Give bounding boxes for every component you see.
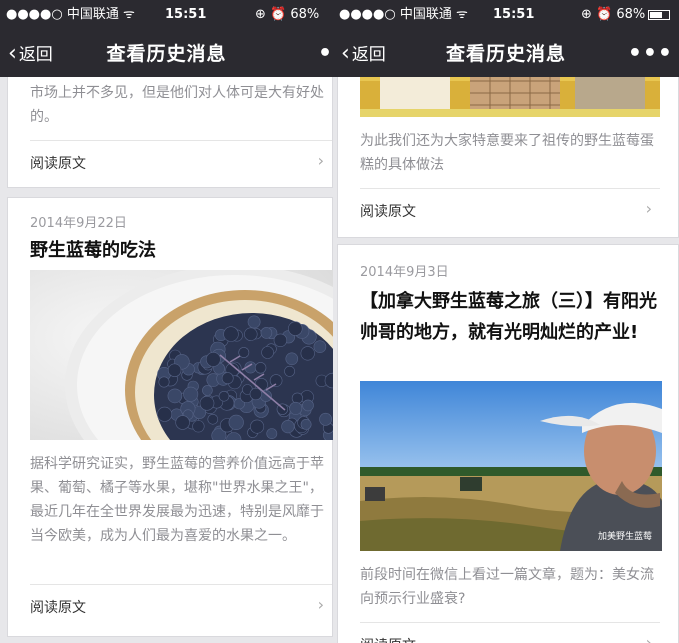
- right-screen: 为此我们还为大家特意要来了祖传的野生蓝莓蛋糕的具体做法 阅读原文 › 2014年…: [333, 0, 679, 643]
- battery-text: ⊕ ⏰ 68%: [255, 7, 320, 22]
- article-date: 2014年9月3日: [360, 265, 449, 280]
- read-original-label: 阅读原文: [30, 600, 86, 616]
- article-summary: 据科学研究证实，野生蓝莓的营养价值远高于苹果、葡萄、橘子等水果，堪称"世界水果之…: [30, 456, 324, 544]
- more-dots-icon[interactable]: •••: [628, 31, 673, 77]
- top-bar: ●●●●○ 中国联通 ᯤ 15:51 ⊕ ⏰ 68% ‹返回 查看历史消息 ••…: [333, 0, 679, 77]
- field-photo-illustration: 加美野生蓝莓: [360, 381, 662, 551]
- article-summary: 前段时间在微信上看过一篇文章，题为：美女流向预示行业盛衰?: [360, 567, 654, 607]
- battery-icon: [648, 9, 671, 20]
- read-original-label: 阅读原文: [30, 156, 86, 172]
- carrier-signal: ●●●●○ 中国联通 ᯤ: [6, 7, 135, 22]
- chevron-right-icon: ›: [317, 595, 324, 614]
- chevron-right-icon: ›: [645, 199, 652, 218]
- blueberry-tart-illustration: [30, 270, 333, 440]
- battery-text: ⊕ ⏰ 68%: [581, 7, 646, 22]
- chevron-right-icon: ›: [317, 151, 324, 170]
- article-card[interactable]: 为此我们还为大家特意要来了祖传的野生蓝莓蛋糕的具体做法 阅读原文 ›: [337, 60, 679, 238]
- left-screen: 市场上并不多见，但是他们对人体可是大有好处的。 阅读原文 › 2014年9月22…: [0, 0, 333, 643]
- read-original-link[interactable]: 阅读原文 ›: [360, 188, 660, 232]
- chevron-right-icon: ›: [645, 633, 652, 643]
- read-original-link[interactable]: 阅读原文 ›: [360, 622, 660, 643]
- field-photo-image[interactable]: 加美野生蓝莓: [360, 381, 662, 551]
- article-date: 2014年9月22日: [30, 216, 127, 231]
- carrier-signal: ●●●●○ 中国联通 ᯤ: [339, 7, 468, 22]
- photo-watermark: 加美野生蓝莓: [598, 530, 652, 542]
- status-time: 15:51: [165, 7, 207, 22]
- read-original-link[interactable]: 阅读原文 ›: [30, 140, 332, 184]
- read-original-label: 阅读原文: [360, 635, 416, 643]
- read-original-link[interactable]: 阅读原文 ›: [30, 584, 332, 628]
- article-card[interactable]: 市场上并不多见，但是他们对人体可是大有好处的。 阅读原文 ›: [7, 60, 333, 188]
- status-bar: ●●●●○ 中国联通 ᯤ 15:51 ⊕ ⏰ 68%: [333, 0, 679, 30]
- navigation-bar: ‹返回 查看历史消息 •••: [333, 31, 679, 77]
- blueberry-tart-image[interactable]: [30, 270, 333, 440]
- article-title: 【加拿大野生蓝莓之旅（三）】有阳光帅哥的地方，就有光明灿烂的产业!: [360, 291, 657, 343]
- navigation-bar: ‹返回 查看历史消息 •••: [0, 31, 333, 77]
- article-summary: 市场上并不多见，但是他们对人体可是大有好处的。: [30, 85, 324, 125]
- more-dots-icon[interactable]: •••: [318, 31, 333, 77]
- battery-indicator: ⊕ ⏰ 68%: [581, 0, 671, 30]
- read-original-label: 阅读原文: [360, 204, 416, 220]
- article-title: 野生蓝莓的吃法: [30, 240, 156, 261]
- article-card[interactable]: 2014年9月22日 野生蓝莓的吃法 据科学研究证实，野生蓝莓的营养价值远高于苹…: [7, 197, 333, 637]
- page-title: 查看历史消息: [106, 43, 227, 65]
- status-bar: ●●●●○ 中国联通 ᯤ 15:51 ⊕ ⏰ 68%: [0, 0, 333, 30]
- battery-indicator: ⊕ ⏰ 68%: [255, 0, 319, 30]
- article-card[interactable]: 2014年9月3日 【加拿大野生蓝莓之旅（三）】有阳光帅哥的地方，就有光明灿烂的…: [337, 244, 679, 643]
- status-time: 15:51: [493, 7, 535, 22]
- top-bar: ●●●●○ 中国联通 ᯤ 15:51 ⊕ ⏰ 68% ‹返回 查看历史消息 ••…: [0, 0, 333, 77]
- article-summary: 为此我们还为大家特意要来了祖传的野生蓝莓蛋糕的具体做法: [360, 133, 654, 173]
